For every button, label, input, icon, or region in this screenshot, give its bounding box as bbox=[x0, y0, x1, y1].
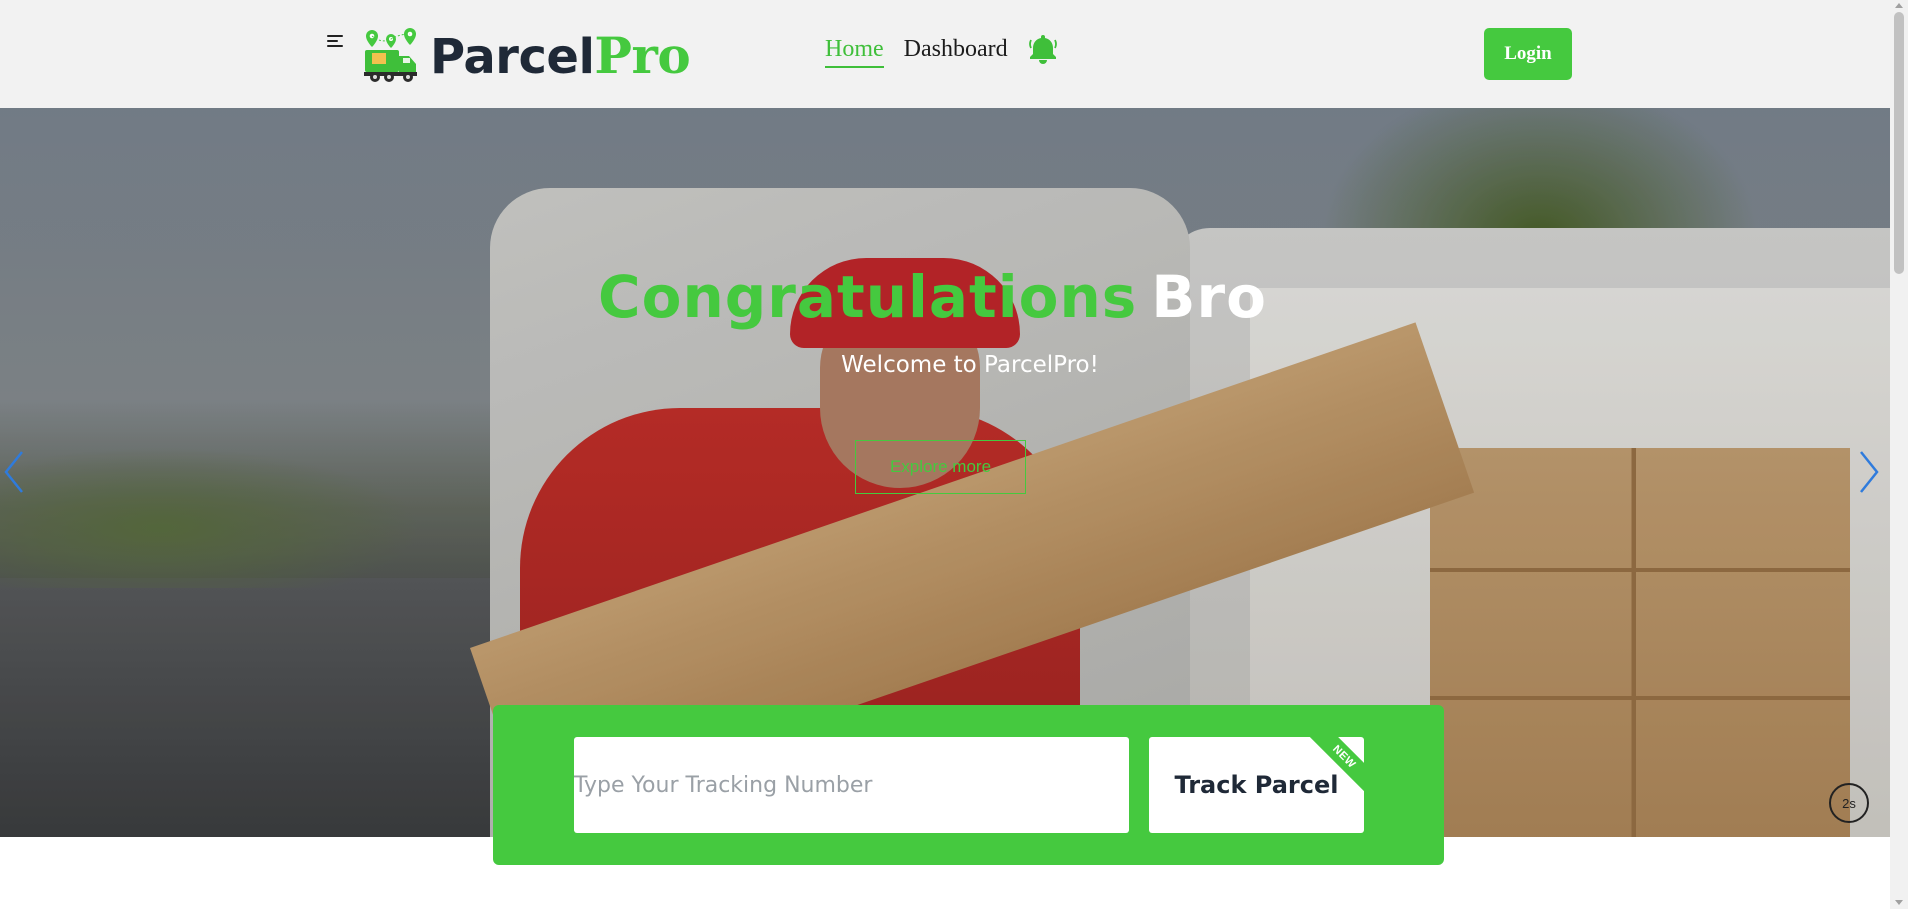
site-header: ParcelPro Home Dashboard Login bbox=[0, 0, 1890, 108]
main-nav: Home Dashboard bbox=[825, 35, 1058, 69]
scroll-down-icon[interactable] bbox=[1895, 900, 1903, 905]
tracking-panel: Track Parcel NEW bbox=[493, 705, 1444, 865]
tracking-number-input[interactable] bbox=[574, 737, 1129, 833]
nav-home[interactable]: Home bbox=[825, 36, 884, 69]
brand-name: ParcelPro bbox=[430, 26, 691, 85]
scroll-up-icon[interactable] bbox=[1895, 3, 1903, 8]
hero-title-highlight: Congratulations bbox=[598, 263, 1138, 331]
explore-more-button[interactable]: Explore more bbox=[855, 440, 1026, 494]
track-parcel-label: Track Parcel bbox=[1174, 771, 1339, 799]
bell-icon[interactable] bbox=[1028, 32, 1058, 64]
brand-name-part2: Pro bbox=[594, 26, 691, 85]
scrollbar-thumb[interactable] bbox=[1894, 12, 1904, 274]
chevron-right-icon[interactable] bbox=[1857, 448, 1881, 496]
chevron-left-icon[interactable] bbox=[2, 448, 26, 496]
track-parcel-button[interactable]: Track Parcel NEW bbox=[1149, 737, 1364, 833]
hero-title: Congratulations Bro bbox=[0, 263, 1890, 331]
hero-subtitle: Welcome to ParcelPro! bbox=[841, 352, 1099, 378]
autoplay-timer: 2s bbox=[1829, 783, 1869, 823]
brand-logo[interactable]: ParcelPro bbox=[362, 26, 691, 85]
login-button[interactable]: Login bbox=[1484, 28, 1572, 80]
delivery-truck-icon bbox=[364, 28, 417, 82]
nav-dashboard[interactable]: Dashboard bbox=[904, 36, 1008, 66]
brand-name-part1: Parcel bbox=[430, 29, 595, 85]
hamburger-menu-icon[interactable] bbox=[327, 33, 345, 49]
page-scrollbar[interactable] bbox=[1890, 0, 1908, 909]
hero-title-rest: Bro bbox=[1151, 263, 1267, 331]
